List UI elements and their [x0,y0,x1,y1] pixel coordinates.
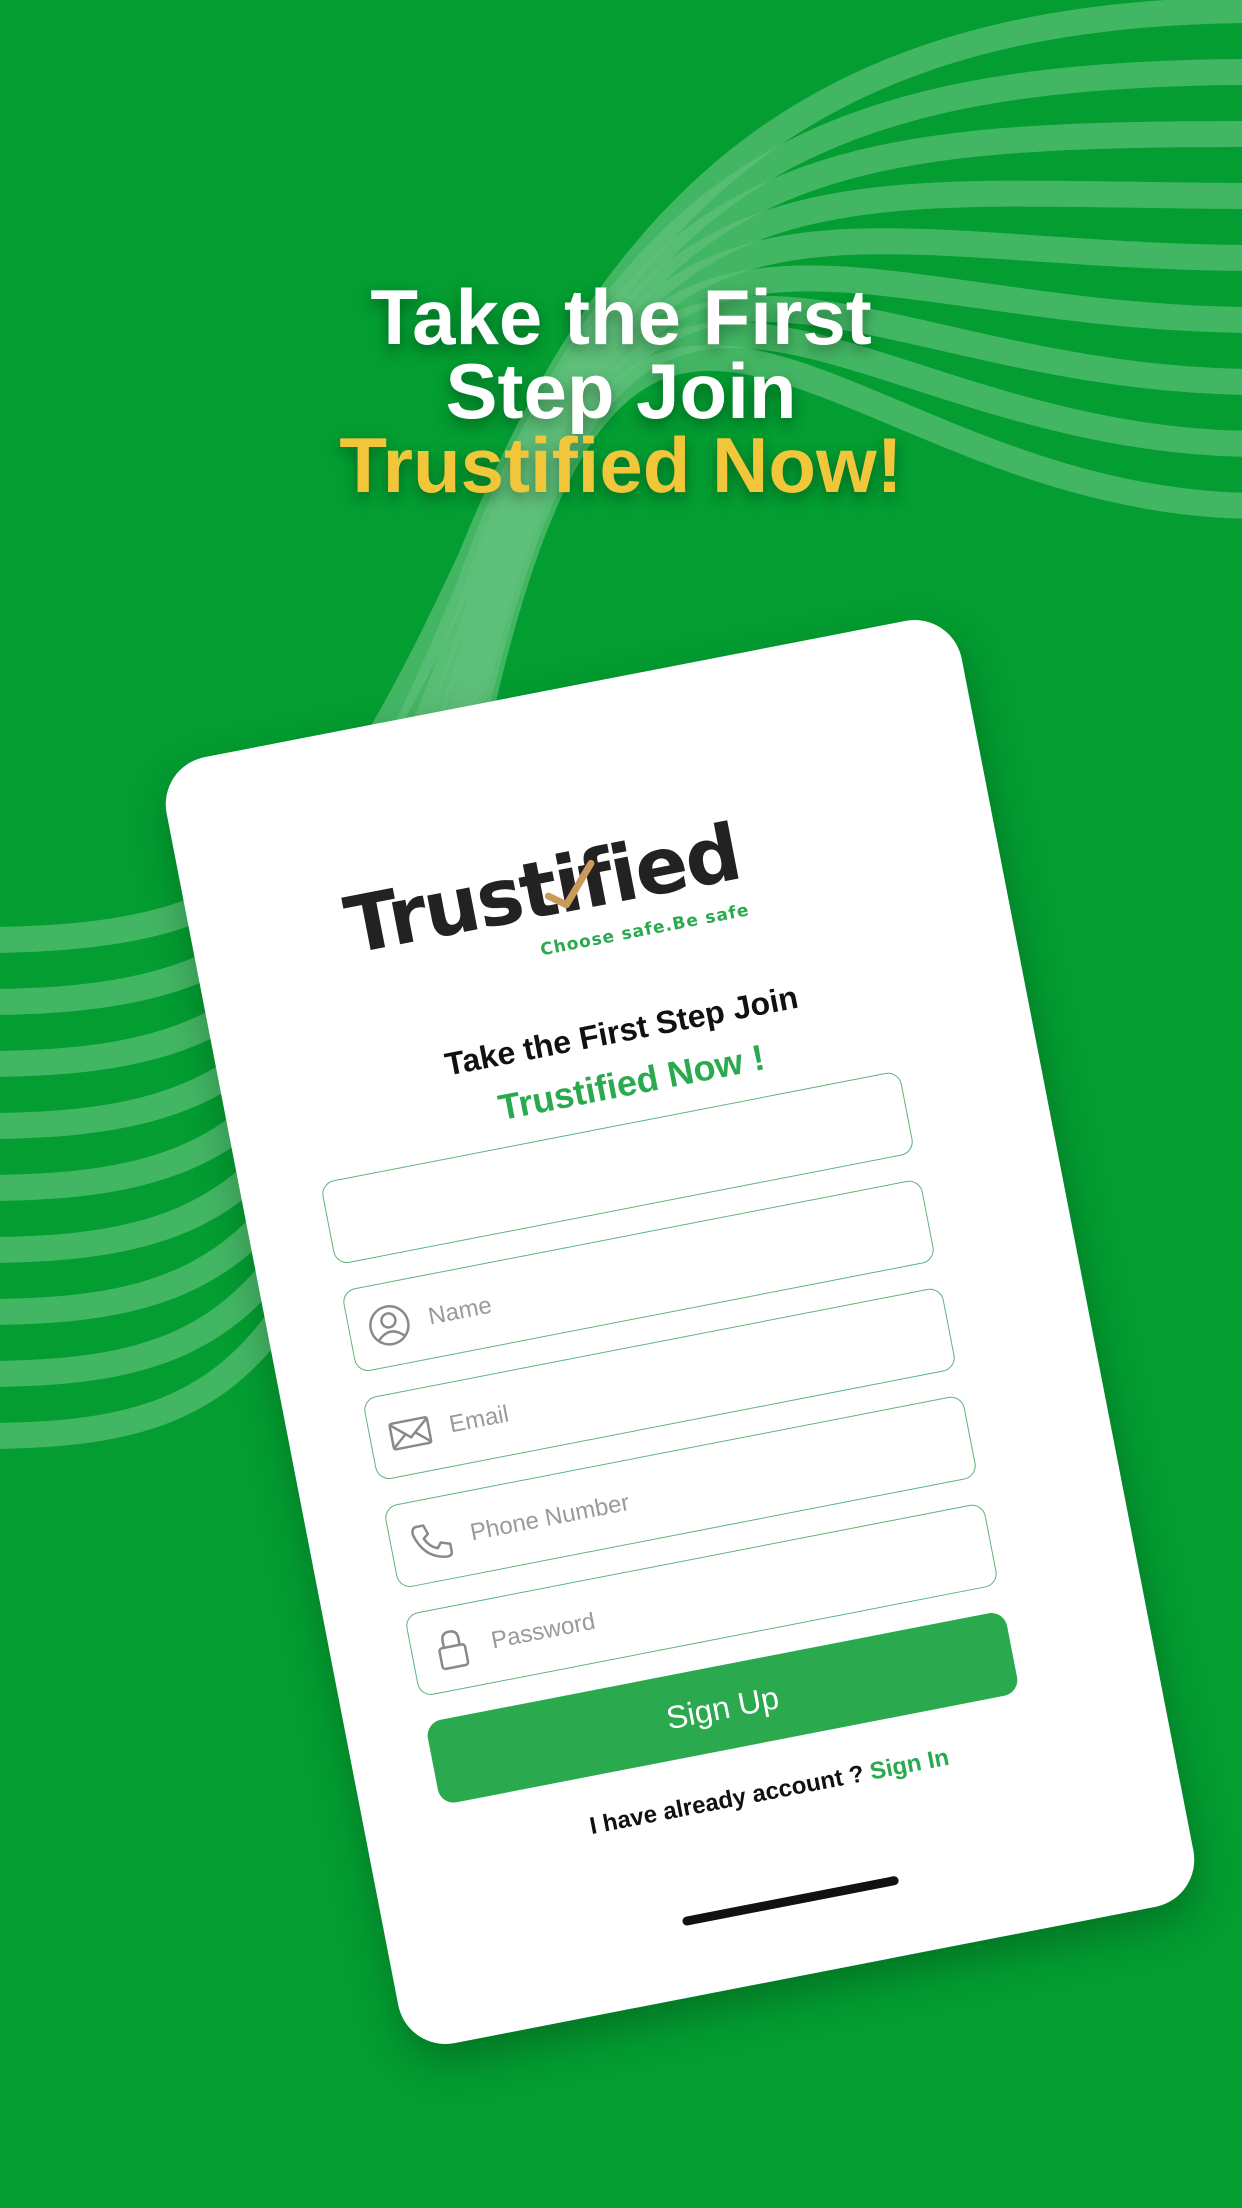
sign-in-link[interactable]: Sign In [868,1744,952,1786]
phone-icon [411,1524,454,1558]
home-indicator [681,1875,900,1927]
trustified-logo: Trustified Choose safe.Be safe [338,808,755,1012]
lock-icon [438,1630,470,1671]
headline: Take the First Step Join Trustified Now! [0,273,1242,509]
envelope-icon [388,1416,433,1451]
headline-line-1: Take the First [370,273,872,361]
headline-line-2: Step Join [445,347,797,435]
headline-accent: Trustified Now! [339,421,903,509]
sign-in-prompt: I have already account ? [587,1760,867,1841]
user-icon [369,1305,410,1346]
